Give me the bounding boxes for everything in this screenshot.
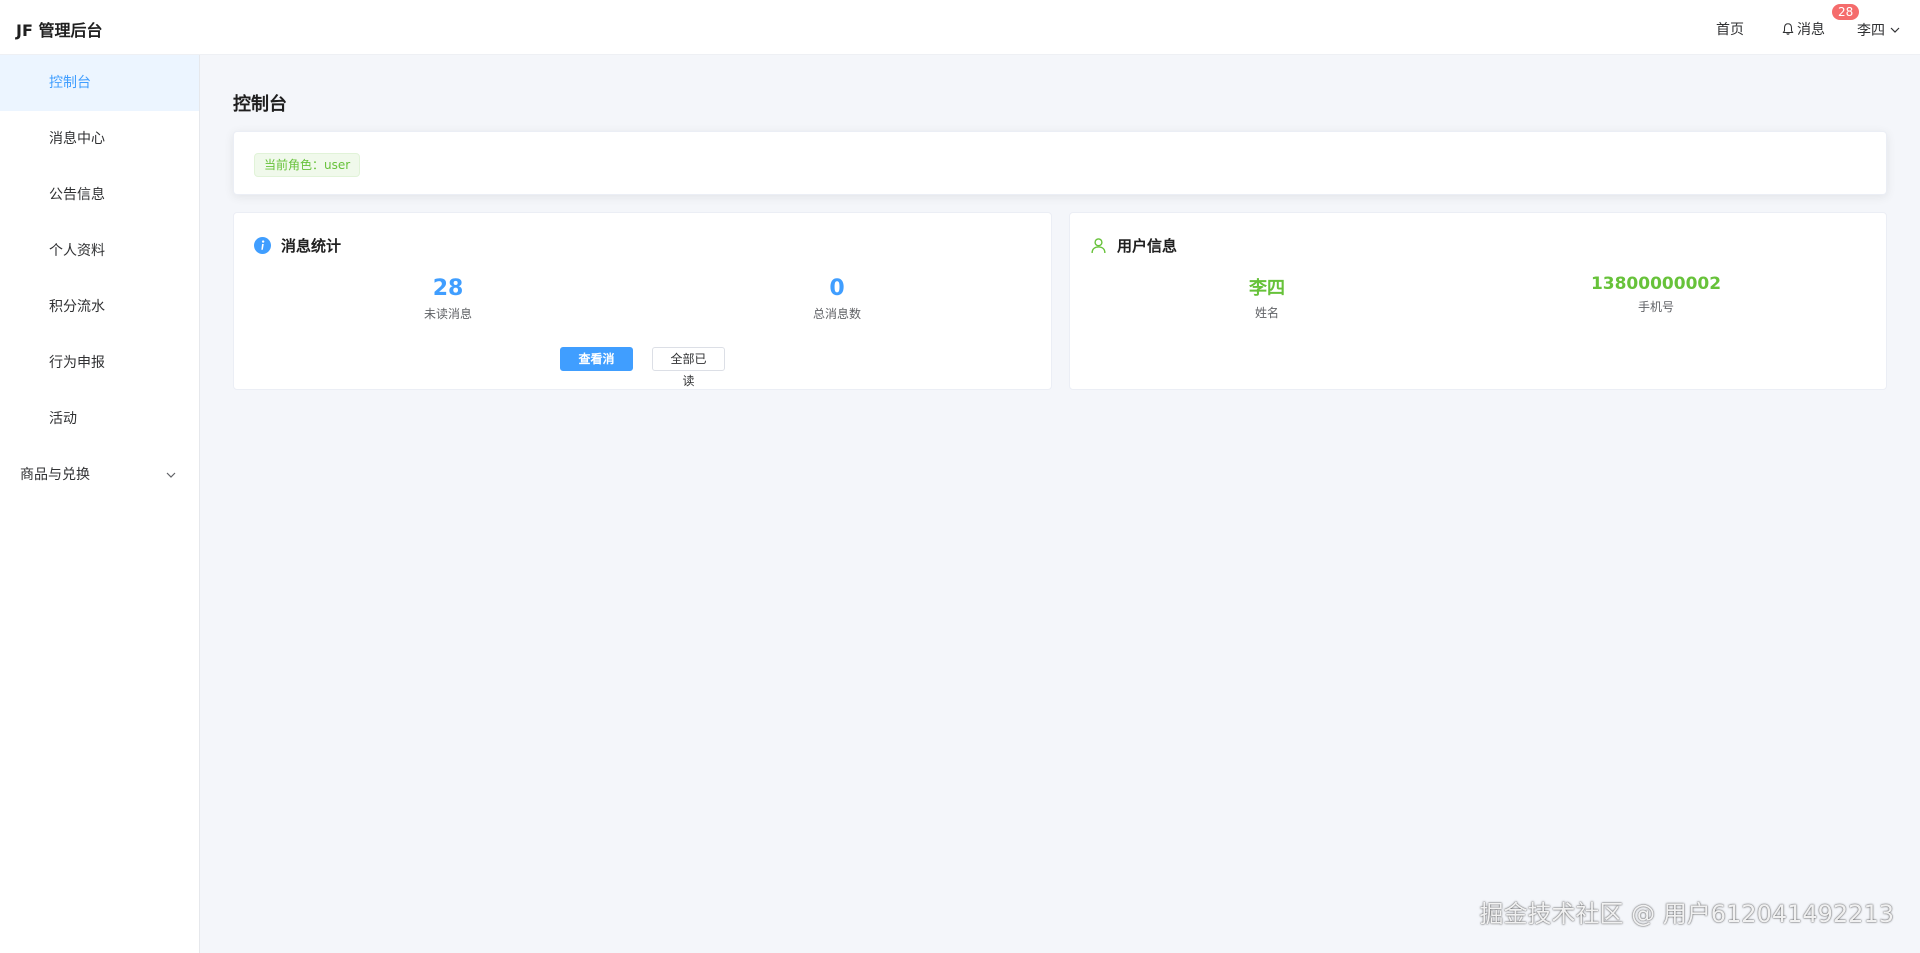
user-name-value: 李四 <box>1249 278 1285 299</box>
message-stats-card: 消息统计 28 未读消息 0 总消息数 查看消息 全部已读 <box>233 212 1052 390</box>
sidebar-item-dashboard[interactable]: 控制台 <box>0 55 199 111</box>
current-role-tag: 当前角色：user <box>254 153 361 177</box>
message-stats-title: 消息统计 <box>281 237 342 255</box>
unread-stat: 28 未读消息 <box>348 276 548 322</box>
role-card: 当前角色：user <box>233 131 1887 195</box>
sidebar-item-behavior-report[interactable]: 行为申报 <box>0 335 199 391</box>
total-count: 0 <box>829 276 845 301</box>
total-label: 总消息数 <box>812 307 861 321</box>
name-label: 姓名 <box>1254 306 1279 320</box>
name-stat: 李四 姓名 <box>1167 274 1367 321</box>
watermark: 掘金技术社区 @ 用户612041492213 <box>1479 900 1895 928</box>
view-messages-button[interactable]: 查看消息 <box>560 347 633 388</box>
nav-messages-label: 消息 <box>1797 22 1825 38</box>
user-icon <box>1091 238 1106 253</box>
info-icon <box>254 237 271 254</box>
sidebar: 控制台 消息中心 公告信息 个人资料 积分流水 行为申报 活动 商品与兑换 <box>0 55 200 953</box>
main-content: 控制台 当前角色：user 消息统计 28 未读消息 0 总消息数 查看消息 全… <box>200 55 1920 953</box>
chevron-down-icon <box>166 472 176 478</box>
sidebar-item-announcements[interactable]: 公告信息 <box>0 167 199 223</box>
bell-icon <box>1782 23 1794 35</box>
sidebar-item-activities[interactable]: 活动 <box>0 391 199 447</box>
user-name: 李四 <box>1857 23 1885 39</box>
user-info-title: 用户信息 <box>1117 237 1178 255</box>
phone-label: 手机号 <box>1637 300 1674 314</box>
sidebar-item-products-label: 商品与兑换 <box>20 467 90 483</box>
user-info-header: 用户信息 <box>1090 235 1177 256</box>
message-count-badge: 28 <box>1832 4 1860 20</box>
top-header: JF 管理后台 首页 消息 28 李四 <box>0 0 1920 55</box>
message-stats-header: 消息统计 <box>254 235 341 256</box>
nav-home-link[interactable]: 首页 <box>1716 19 1744 39</box>
chevron-down-icon <box>1890 27 1900 33</box>
nav-messages-link[interactable]: 消息 <box>1781 19 1825 39</box>
unread-count: 28 <box>432 276 464 301</box>
sidebar-item-points-log[interactable]: 积分流水 <box>0 279 199 335</box>
app-logo: JF 管理后台 <box>16 21 103 40</box>
page-title: 控制台 <box>233 94 287 115</box>
unread-label: 未读消息 <box>423 307 472 321</box>
user-dropdown[interactable]: 李四 <box>1857 20 1901 40</box>
phone-value: 13800000002 <box>1590 274 1722 294</box>
sidebar-item-message-center[interactable]: 消息中心 <box>0 111 199 167</box>
phone-stat: 13800000002 手机号 <box>1556 274 1756 315</box>
sidebar-item-products[interactable]: 商品与兑换 <box>0 447 199 503</box>
user-info-card: 用户信息 李四 姓名 13800000002 手机号 <box>1069 212 1887 390</box>
sidebar-item-profile[interactable]: 个人资料 <box>0 223 199 279</box>
total-stat: 0 总消息数 <box>737 276 937 322</box>
mark-all-read-button[interactable]: 全部已读 <box>652 347 725 388</box>
